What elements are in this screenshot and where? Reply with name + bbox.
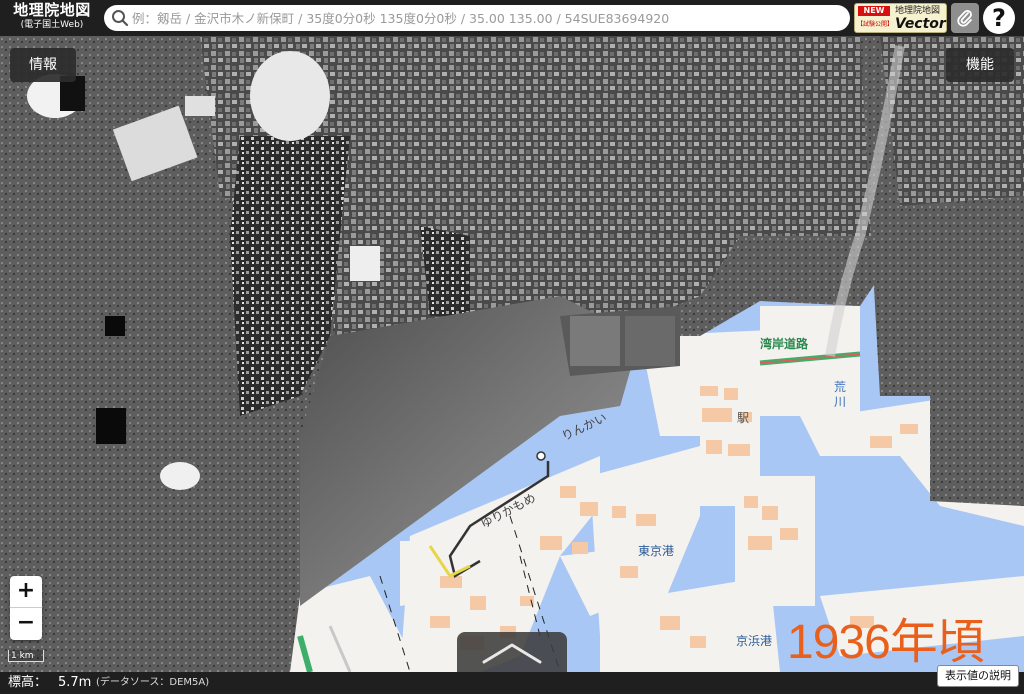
- share-link-button[interactable]: [951, 3, 979, 33]
- search-icon: [112, 10, 129, 27]
- vector-map-button[interactable]: NEW 【試験公開】 地理院地図 Vector: [854, 3, 947, 33]
- logo-title: 地理院地図: [13, 1, 91, 19]
- header-bar: 地理院地図 (電子国土Web) NEW 【試験公開】 地理院地図 Vector …: [0, 0, 1024, 36]
- search-box[interactable]: [104, 5, 850, 31]
- elevation-value: 5.7m: [58, 675, 92, 690]
- status-bar: 標高： 5.7m (データソース：DEM5A): [0, 672, 1024, 694]
- elevation-data-source: (データソース：DEM5A): [96, 677, 210, 688]
- bottom-panel-toggle[interactable]: [457, 632, 567, 674]
- elevation-label: 標高：: [8, 675, 48, 690]
- map-canvas[interactable]: 湾岸道路 荒 川 駅 りんかい ゆりかもめ 東京港 京浜港: [0, 36, 1024, 672]
- scale-bar: 1 km: [8, 650, 44, 662]
- new-badge: NEW: [858, 6, 890, 16]
- vector-title-line2: Vector: [895, 16, 946, 32]
- logo-subtitle: (電子国土Web): [20, 20, 84, 30]
- zoom-control: + −: [10, 576, 42, 640]
- zoom-out-button[interactable]: −: [10, 608, 42, 640]
- explain-values-button[interactable]: 表示値の説明: [937, 665, 1019, 687]
- help-button[interactable]: ?: [983, 2, 1015, 34]
- app-logo[interactable]: 地理院地図 (電子国土Web): [4, 2, 100, 34]
- trial-label: 【試験公開】: [857, 21, 894, 28]
- chevron-up-icon: [482, 643, 542, 664]
- label-tokyo-port: 東京港: [638, 544, 675, 558]
- map-svg[interactable]: [0, 36, 1024, 672]
- station-marker[interactable]: [536, 451, 546, 461]
- functions-button[interactable]: 機能: [946, 48, 1014, 82]
- label-wangan-road: 湾岸道路: [760, 337, 809, 351]
- label-station: 駅: [737, 411, 750, 425]
- paperclip-icon: [957, 9, 972, 27]
- search-input[interactable]: [132, 7, 844, 29]
- label-keihin-port: 京浜港: [736, 634, 773, 648]
- label-arakawa-2: 川: [834, 395, 847, 409]
- info-button[interactable]: 情報: [10, 48, 76, 82]
- zoom-in-button[interactable]: +: [10, 576, 42, 608]
